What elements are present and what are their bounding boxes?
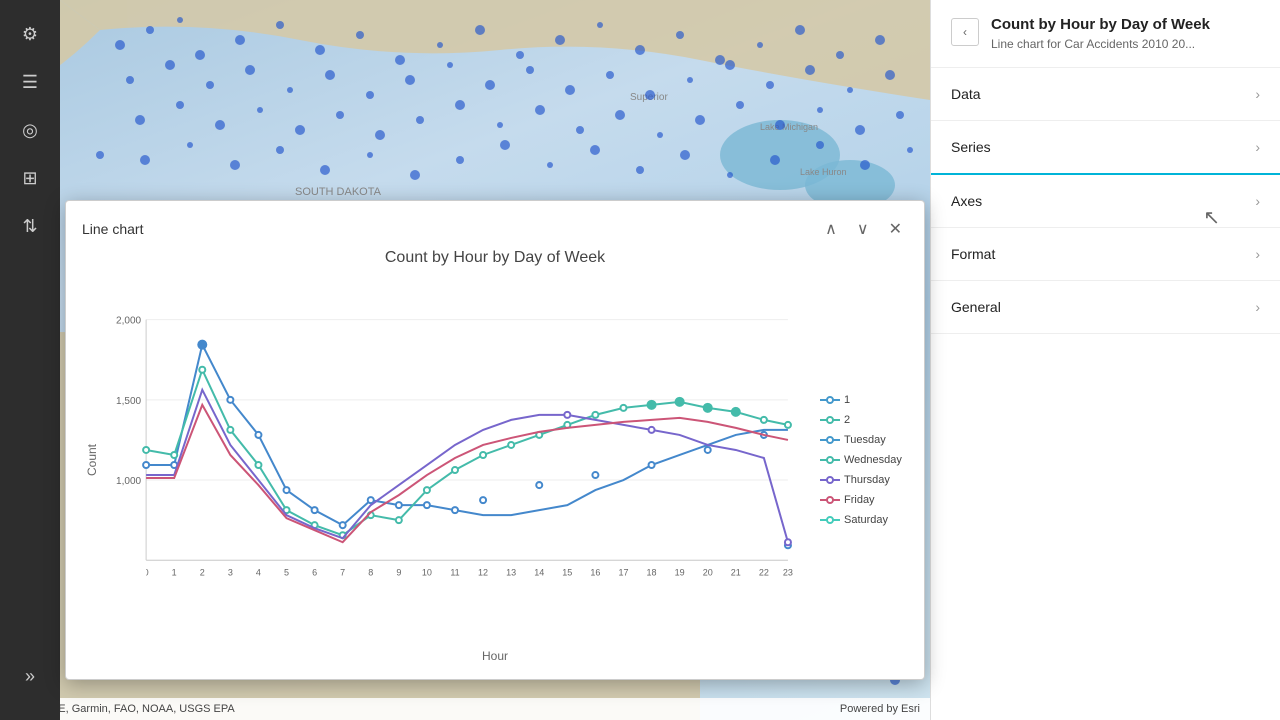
bottom-attribution-bar: Esri, HERE, Garmin, FAO, NOAA, USGS EPA …	[0, 698, 930, 720]
right-panel-header: ‹ Count by Hour by Day of Week Line char…	[931, 0, 1280, 68]
svg-text:1: 1	[172, 567, 177, 577]
table-icon[interactable]: ⊞	[10, 158, 50, 198]
svg-text:8: 8	[368, 567, 373, 577]
panel-title: Count by Hour by Day of Week	[991, 16, 1210, 33]
right-attribution: Powered by Esri	[840, 703, 920, 715]
x-axis-label: Hour	[82, 649, 908, 663]
expand-sidebar-icon[interactable]: »	[10, 656, 50, 696]
svg-text:2,000: 2,000	[116, 316, 141, 327]
svg-text:20: 20	[703, 567, 713, 577]
svg-text:4: 4	[256, 567, 261, 577]
chevron-right-series: ›	[1255, 139, 1260, 155]
collapse-chart-btn[interactable]: ∧	[819, 217, 843, 241]
svg-text:16: 16	[590, 567, 600, 577]
svg-text:17: 17	[618, 567, 628, 577]
menu-item-series[interactable]: Series ›	[931, 121, 1280, 175]
expand-chart-btn[interactable]: ∨	[851, 217, 875, 241]
chart-legend: 1 2 Tuesday	[808, 275, 908, 645]
svg-text:1,000: 1,000	[116, 476, 141, 487]
svg-text:3: 3	[228, 567, 233, 577]
svg-text:7: 7	[340, 567, 345, 577]
right-panel: ‹ Count by Hour by Day of Week Line char…	[930, 0, 1280, 720]
chevron-right-format: ›	[1255, 246, 1260, 262]
menu-label-axes: Axes	[951, 193, 982, 209]
svg-text:14: 14	[534, 567, 544, 577]
chart-panel-title: Line chart	[82, 221, 143, 237]
legend-item-friday: Friday	[820, 494, 908, 506]
close-chart-btn[interactable]: ✕	[883, 217, 908, 241]
search-icon[interactable]: ◎	[10, 110, 50, 150]
chart-panel: Line chart ∧ ∨ ✕ Count by Hour by Day of…	[65, 200, 925, 680]
svg-text:10: 10	[422, 567, 432, 577]
svg-text:18: 18	[647, 567, 657, 577]
chevron-right-data: ›	[1255, 86, 1260, 102]
menu-label-general: General	[951, 299, 1001, 315]
legend-item-saturday: Saturday	[820, 514, 908, 526]
svg-text:6: 6	[312, 567, 317, 577]
collapse-panel-btn[interactable]: ‹	[951, 18, 979, 46]
legend-item-thursday: Thursday	[820, 474, 908, 486]
legend-item-1: 1	[820, 394, 908, 406]
svg-text:1,500: 1,500	[116, 396, 141, 407]
svg-text:9: 9	[396, 567, 401, 577]
svg-text:22: 22	[759, 567, 769, 577]
chart-main: 2,000 1,500 1,000 0 1 2 3 4 5 6 7 8 9 10…	[106, 275, 808, 645]
menu-label-data: Data	[951, 86, 981, 102]
menu-item-axes[interactable]: Axes ›	[931, 175, 1280, 228]
svg-text:2: 2	[200, 567, 205, 577]
svg-text:19: 19	[675, 567, 685, 577]
svg-text:21: 21	[731, 567, 741, 577]
left-sidebar: ⚙ ☰ ◎ ⊞ ⇅ »	[0, 0, 60, 720]
menu-item-data[interactable]: Data ›	[931, 68, 1280, 121]
menu-label-format: Format	[951, 246, 995, 262]
svg-text:12: 12	[478, 567, 488, 577]
svg-text:5: 5	[284, 567, 289, 577]
menu-item-general[interactable]: General ›	[931, 281, 1280, 334]
chart-controls: ∧ ∨ ✕	[819, 217, 908, 241]
svg-text:11: 11	[450, 567, 459, 577]
settings-icon[interactable]: ⚙	[10, 14, 50, 54]
legend-item-wednesday: Wednesday	[820, 454, 908, 466]
menu-label-series: Series	[951, 139, 991, 155]
y-axis-label: Count	[82, 275, 102, 645]
svg-text:13: 13	[506, 567, 516, 577]
filter-icon[interactable]: ⇅	[10, 206, 50, 246]
chart-title: Count by Hour by Day of Week	[82, 249, 908, 267]
list-icon[interactable]: ☰	[10, 62, 50, 102]
panel-header-text: Count by Hour by Day of Week Line chart …	[991, 16, 1210, 51]
svg-text:23: 23	[783, 567, 793, 577]
line-chart-svg: 2,000 1,500 1,000 0 1 2 3 4 5 6 7 8 9 10…	[106, 275, 808, 645]
chart-area: Count 2,000 1,500 1,000 0	[82, 275, 908, 645]
chevron-right-axes: ›	[1255, 193, 1260, 209]
legend-item-tuesday: Tuesday	[820, 434, 908, 446]
chevron-right-general: ›	[1255, 299, 1260, 315]
chart-header: Line chart ∧ ∨ ✕	[82, 217, 908, 241]
svg-text:15: 15	[562, 567, 572, 577]
panel-subtitle: Line chart for Car Accidents 2010 20...	[991, 37, 1210, 51]
legend-item-2: 2	[820, 414, 908, 426]
menu-item-format[interactable]: Format ›	[931, 228, 1280, 281]
